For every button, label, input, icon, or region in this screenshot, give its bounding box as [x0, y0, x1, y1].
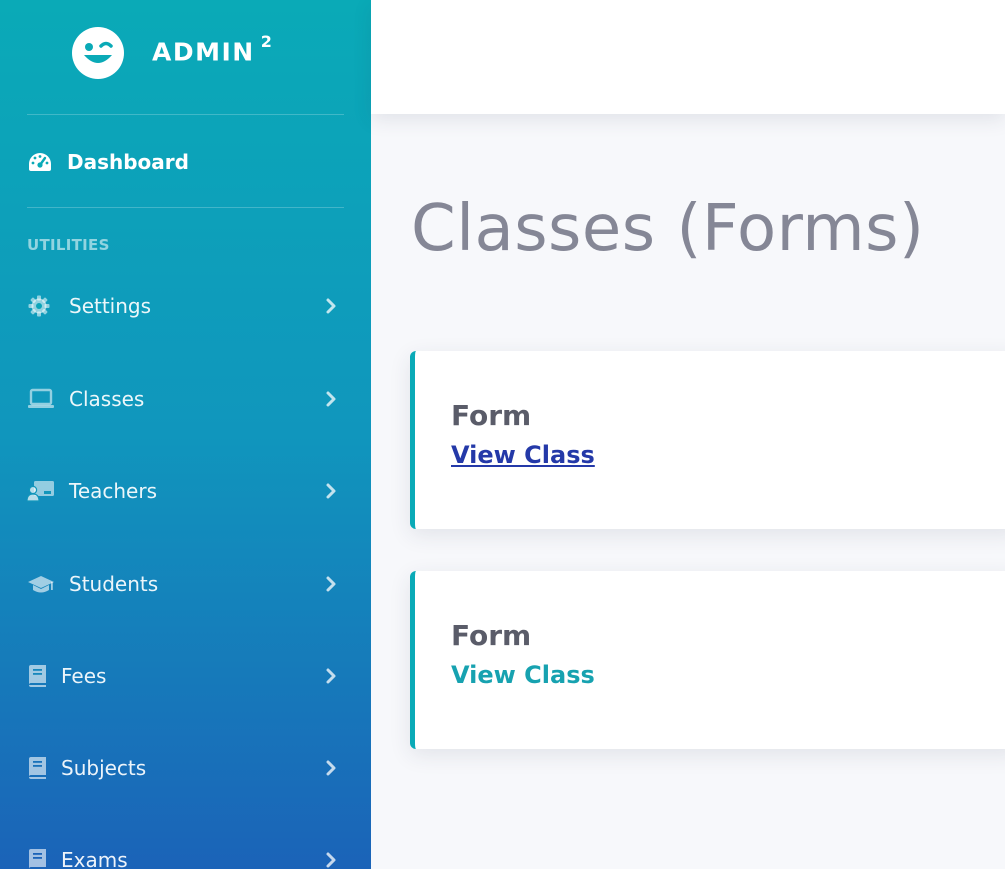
laptop-icon [27, 385, 55, 413]
class-card: Form View Class [410, 351, 1005, 529]
sidebar-item-label: Classes [69, 387, 145, 411]
graduation-cap-icon [27, 570, 55, 598]
sidebar-item-label: Settings [69, 294, 152, 318]
sidebar-item-settings[interactable]: Settings [27, 288, 344, 324]
chevron-right-icon [326, 576, 336, 592]
chevron-right-icon [326, 483, 336, 499]
sidebar-item-label: Dashboard [67, 150, 189, 174]
brand[interactable]: ADMIN 2 [0, 0, 371, 114]
sidebar: ADMIN 2 Dashboard UTILITIES Settings Cla… [0, 0, 371, 869]
chevron-right-icon [326, 852, 336, 868]
sidebar-item-classes[interactable]: Classes [27, 381, 344, 417]
chevron-right-icon [326, 668, 336, 684]
sidebar-item-fees[interactable]: Fees [27, 658, 344, 694]
sidebar-item-label: Teachers [69, 479, 157, 503]
sidebar-item-label: Fees [61, 664, 107, 688]
sidebar-item-label: Exams [61, 848, 128, 869]
book-icon [27, 662, 47, 690]
view-class-link[interactable]: View Class [451, 441, 595, 469]
book-icon [27, 846, 47, 869]
brand-name: ADMIN 2 [152, 32, 273, 67]
gear-icon [27, 292, 55, 320]
topbar [371, 0, 1005, 114]
sidebar-item-label: Subjects [61, 756, 147, 780]
sidebar-divider [27, 207, 344, 208]
book-icon [27, 754, 47, 782]
chevron-right-icon [326, 298, 336, 314]
sidebar-heading: UTILITIES [27, 236, 110, 254]
brand-superscript: 2 [260, 32, 274, 51]
class-card-title: Form [451, 619, 532, 652]
sidebar-item-students[interactable]: Students [27, 566, 344, 602]
sidebar-item-label: Students [69, 572, 159, 596]
chalkboard-teacher-icon [27, 477, 55, 505]
sidebar-item-dashboard[interactable]: Dashboard [27, 145, 189, 179]
page-title: Classes (Forms) [411, 192, 925, 266]
chevron-right-icon [326, 391, 336, 407]
sidebar-item-subjects[interactable]: Subjects [27, 750, 344, 786]
class-card: Form View Class [410, 571, 1005, 749]
sidebar-item-exams[interactable]: Exams [27, 842, 344, 869]
tachometer-icon [29, 153, 51, 171]
chevron-right-icon [326, 760, 336, 776]
sidebar-item-teachers[interactable]: Teachers [27, 473, 344, 509]
winking-smiley-icon [72, 27, 124, 79]
brand-name-text: ADMIN [152, 37, 255, 67]
class-card-title: Form [451, 399, 532, 432]
sidebar-divider [27, 114, 344, 115]
view-class-link[interactable]: View Class [451, 661, 595, 689]
